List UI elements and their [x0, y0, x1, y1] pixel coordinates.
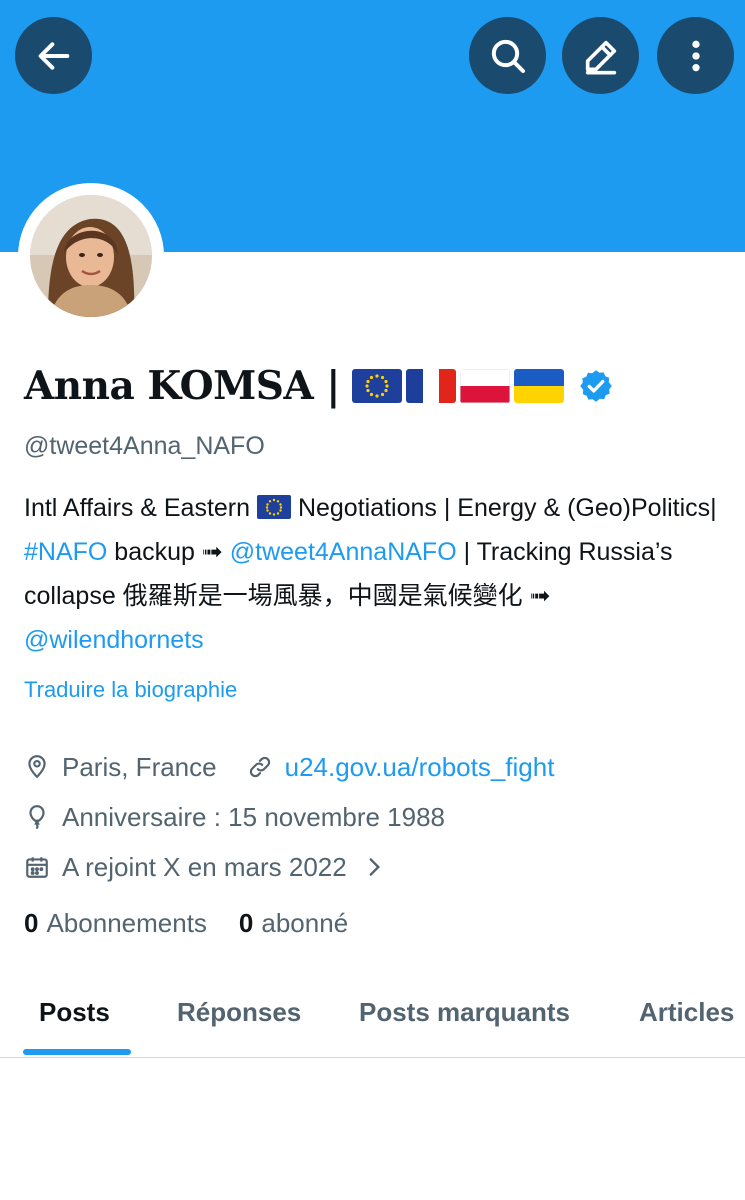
france-flag-icon: [406, 369, 456, 403]
profile-bio: Intl Affairs & Eastern Negotiations | En…: [24, 486, 729, 662]
username-handle: @tweet4Anna_NAFO: [24, 432, 265, 460]
edit-button[interactable]: [562, 17, 639, 94]
ukraine-flag-icon: [514, 369, 564, 403]
joined-row[interactable]: A rejoint X en mars 2022: [24, 849, 387, 885]
tab-replies[interactable]: Réponses: [177, 997, 301, 1028]
bio-text: backup ➟: [107, 538, 230, 566]
display-name: Anna KOMSA |: [24, 363, 341, 409]
following-count: 0: [24, 908, 39, 938]
bio-text: Intl Affairs & Eastern: [24, 494, 251, 522]
avatar-frame[interactable]: [18, 183, 164, 329]
poland-flag-icon: [460, 369, 510, 403]
website-link[interactable]: u24.gov.ua/robots_fight: [285, 752, 555, 783]
birthday-row: Anniversaire : 15 novembre 1988: [24, 799, 445, 835]
verified-badge-icon[interactable]: [578, 368, 614, 404]
translate-bio-link[interactable]: Traduire la biographie: [24, 677, 237, 703]
search-icon: [491, 39, 525, 73]
flags-group: [352, 369, 564, 403]
bio-text: Negotiations | Energy & (Geo)Politics|: [291, 494, 717, 522]
tab-articles[interactable]: Articles: [639, 997, 734, 1028]
balloon-icon: [29, 805, 45, 829]
joined-text: A rejoint X en mars 2022: [62, 851, 347, 882]
calendar-icon: [26, 857, 48, 878]
link-icon: [249, 756, 270, 778]
profile-tabs: Posts Réponses Posts marquants Articles: [0, 975, 745, 1058]
location-website-row: Paris, France u24.gov.ua/robots_fight: [24, 749, 554, 785]
back-button[interactable]: [15, 17, 92, 94]
followers-count: 0: [238, 908, 254, 938]
pencil-icon: [585, 40, 616, 74]
followers-link[interactable]: 0 abonné: [239, 908, 348, 939]
following-label: Abonnements: [46, 908, 207, 938]
search-button[interactable]: [469, 17, 546, 94]
eu-flag-icon: [257, 495, 291, 519]
more-options-button[interactable]: [657, 17, 734, 94]
avatar[interactable]: [30, 195, 152, 317]
display-name-row: Anna KOMSA |: [24, 358, 614, 414]
hashtag-link[interactable]: #NAFO: [24, 538, 107, 566]
eu-flag-icon: [352, 369, 402, 403]
birthday-text: Anniversaire : 15 novembre 1988: [62, 801, 446, 832]
location-pin-icon: [28, 755, 46, 779]
mention-link[interactable]: @tweet4AnnaNAFO: [230, 538, 457, 566]
active-tab-indicator: [23, 1049, 131, 1055]
chevron-right-icon: [369, 858, 380, 876]
following-link[interactable]: 0 Abonnements: [24, 908, 207, 939]
more-vertical-icon: [691, 40, 700, 71]
tab-posts[interactable]: Posts: [39, 997, 110, 1028]
mention-link[interactable]: @wilendhornets: [24, 626, 204, 654]
follow-stats: 0 Abonnements 0 abonné: [24, 908, 348, 939]
location-text: Paris, France: [62, 751, 217, 782]
followers-label: abonné: [261, 908, 349, 938]
arrow-left-icon: [38, 41, 69, 70]
tab-highlights[interactable]: Posts marquants: [359, 997, 570, 1028]
